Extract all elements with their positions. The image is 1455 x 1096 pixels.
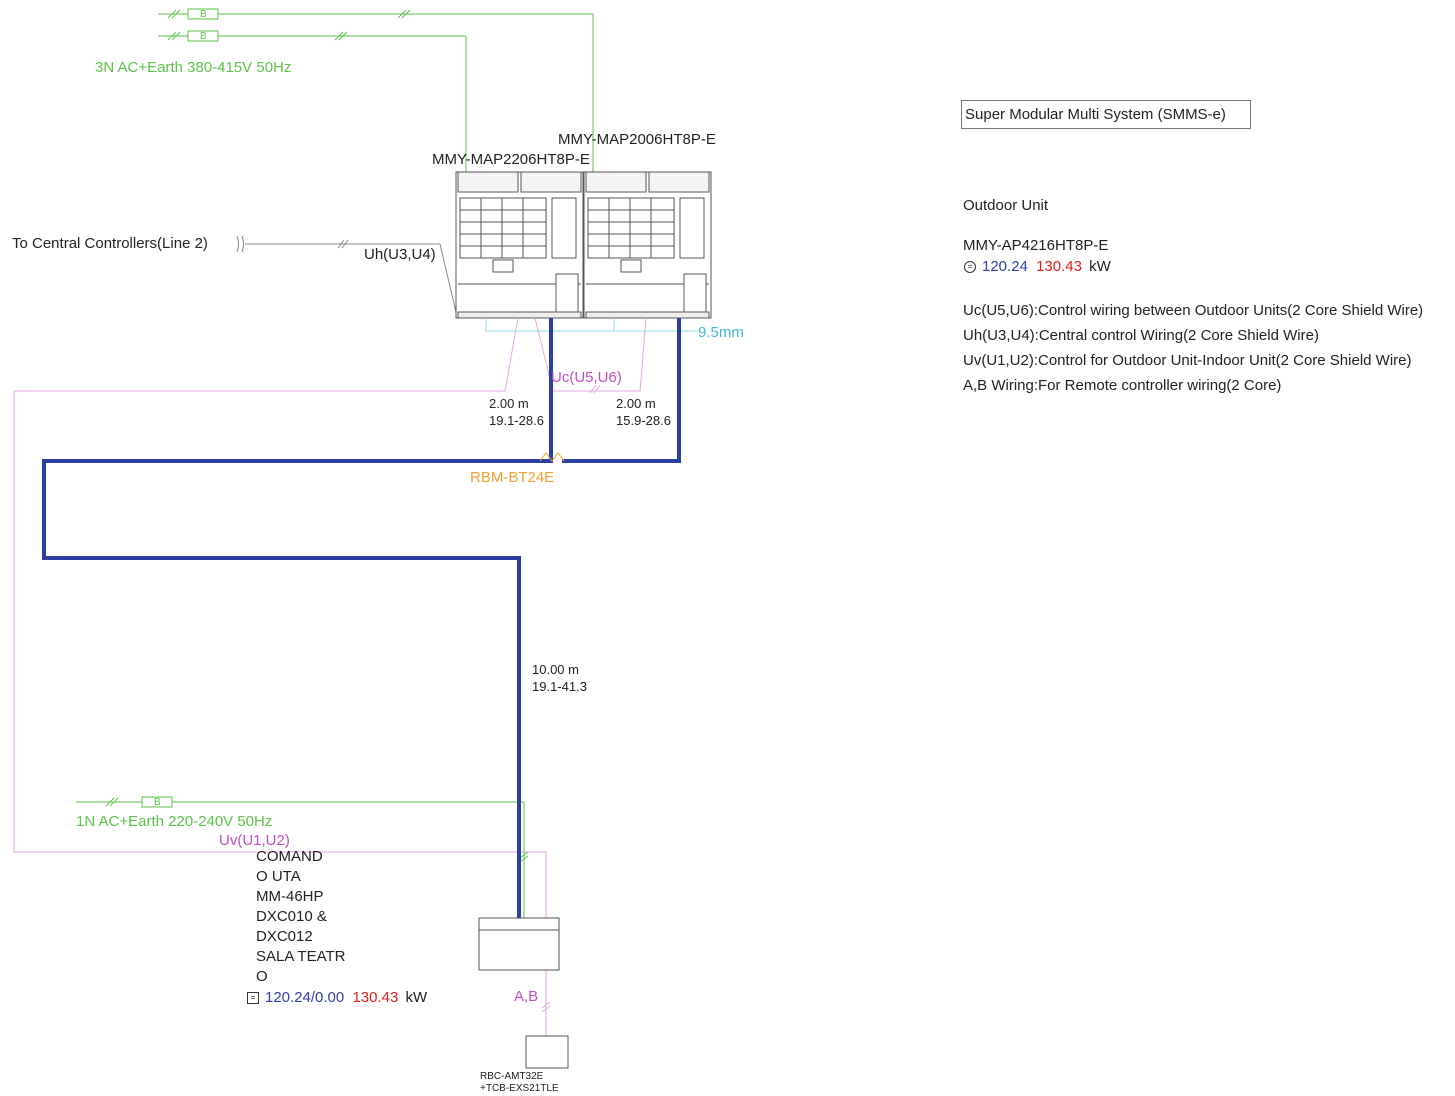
indoor-capacity-unit: kW [405,989,428,1006]
power-supply-3n-label: 3N AC+Earth 380-415V 50Hz [95,59,292,76]
indoor-unit-name-line: MM-46HP [256,888,324,905]
power-supply-1n-label: 1N AC+Earth 220-240V 50Hz [76,813,273,830]
uc-wire-label: Uc(U5,U6) [551,369,622,386]
outdoor-unit-1 [455,171,584,319]
indoor-unit-name-line: SALA TEATR [256,948,346,965]
branch-joint-label: RBM-BT24E [470,469,555,486]
indoor-unit-label: COMAND O UTA MM-46HP DXC010 & DXC012 SAL… [256,847,356,987]
main-pipe-size: 19.1-41.3 [532,679,587,694]
legend-capacity-unit: kW [1089,258,1111,275]
legend-capacity: = 120.24 130.43 kW [964,258,1111,276]
main-pipe-length: 10.00 m [532,662,579,677]
ab-wire-label: A,B [514,988,539,1005]
outdoor-model-1-label: MMY-MAP2206HT8P-E [432,151,590,168]
outdoor-unit-icon: = [964,261,976,274]
outdoor-model-2-label: MMY-MAP2006HT8P-E [558,131,716,148]
system-title: Super Modular Multi System (SMMS-e) [965,106,1226,123]
indoor-heat-capacity: 130.43 [352,989,399,1006]
legend-note: Uc(U5,U6):Control wiring between Outdoor… [963,302,1424,319]
left-pipe-length: 2.00 m [489,396,529,411]
indoor-unit-name-line: O [256,968,268,985]
legend-note: Uv(U1,U2):Control for Outdoor Unit-Indoo… [963,352,1412,369]
indoor-unit-name-line: DXC012 [256,928,313,945]
left-pipe-size: 19.1-28.6 [489,413,544,428]
legend-outdoor-model: MMY-AP4216HT8P-E [963,237,1109,254]
right-pipe-size: 15.9-28.6 [616,413,671,428]
oil-pipe-size-label: 9.5mm [698,324,744,341]
indoor-unit-name-line: DXC010 & [256,908,327,925]
outdoor-unit-2 [583,171,712,319]
indoor-unit-capacity: = 120.24/0.00 130.43 kW [247,989,427,1007]
system-title-box: Super Modular Multi System (SMMS-e) [961,100,1251,129]
right-pipe-length: 2.00 m [616,396,656,411]
legend-note: A,B Wiring:For Remote controller wiring(… [963,377,1282,394]
uh-wire-label: Uh(U3,U4) [364,246,436,263]
remote-controller-accessory: +TCB-EXS21TLE [480,1083,559,1094]
indoor-unit-box [478,917,560,971]
central-controller-label: To Central Controllers(Line 2) [12,235,208,252]
system-diagram [13,8,712,1069]
breaker-label: B [154,797,161,808]
remote-controller-model: RBC-AMT32E [480,1071,544,1082]
indoor-unit-icon: = [247,992,259,1005]
remote-controller-box [525,1035,569,1069]
indoor-unit-name-line: COMAND [256,848,323,865]
breaker-label: B [200,31,207,42]
legend-section-title: Outdoor Unit [963,197,1049,214]
legend-heat-capacity: 130.43 [1036,258,1082,275]
legend-note: Uh(U3,U4):Central control Wiring(2 Core … [963,327,1319,344]
legend-cool-capacity: 120.24 [982,258,1028,275]
indoor-unit-name-line: O UTA [256,868,301,885]
indoor-cool-capacity: 120.24/0.00 [265,989,345,1006]
breaker-label: B [200,9,207,20]
